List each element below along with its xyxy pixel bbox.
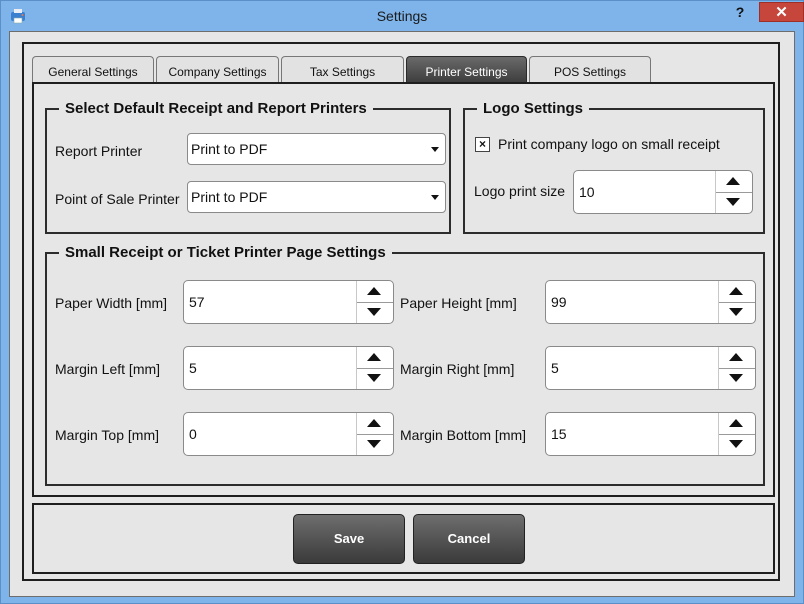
pos-printer-value: Print to PDF [191,189,268,205]
paper-height-label: Paper Height [mm] [400,295,517,311]
print-logo-label: Print company logo on small receipt [498,136,720,152]
spin-buttons [356,347,393,389]
margin-left-label: Margin Left [mm] [55,361,161,377]
spin-up-icon[interactable] [357,413,393,435]
tab-pos-settings[interactable]: POS Settings [529,56,651,82]
tab-general-settings[interactable]: General Settings [32,56,154,82]
margin-top-spinbox[interactable]: 0 [183,412,394,456]
spin-up-icon[interactable] [719,413,755,435]
logo-size-value: 10 [579,184,595,200]
report-printer-label: Report Printer [55,143,143,159]
client-area: General Settings Company Settings Tax Se… [9,31,795,597]
spin-buttons [718,281,755,323]
close-button[interactable]: ✕ [759,2,804,22]
margin-top-value: 0 [189,426,197,442]
spin-buttons [356,413,393,455]
paper-width-spinbox[interactable]: 57 [183,280,394,324]
logo-group-title: Logo Settings [483,100,583,117]
margin-top-label: Margin Top [mm] [55,427,159,443]
spin-up-icon[interactable] [357,281,393,303]
printers-group-title: Select Default Receipt and Report Printe… [65,100,367,117]
margin-bottom-spinbox[interactable]: 15 [545,412,756,456]
pos-printer-select[interactable]: Print to PDF [187,181,446,213]
chevron-down-icon [431,147,439,152]
tab-printer-settings[interactable]: Printer Settings [406,56,527,82]
help-button[interactable]: ? [723,2,757,22]
margin-bottom-value: 15 [551,426,567,442]
spin-up-icon[interactable] [716,171,752,193]
save-button[interactable]: Save [293,514,405,564]
tab-company-settings[interactable]: Company Settings [156,56,279,82]
title-bar[interactable]: Settings ? ✕ [1,1,804,31]
margin-right-label: Margin Right [mm] [400,361,515,377]
settings-window: Settings ? ✕ General Settings Company Se… [0,0,804,604]
spin-up-icon[interactable] [357,347,393,369]
spin-up-icon[interactable] [719,347,755,369]
spin-down-icon[interactable] [716,192,752,213]
logo-size-spinbox[interactable]: 10 [573,170,753,214]
spin-down-icon[interactable] [357,302,393,323]
paper-height-spinbox[interactable]: 99 [545,280,756,324]
report-printer-select[interactable]: Print to PDF [187,133,446,165]
page-settings-group-title: Small Receipt or Ticket Printer Page Set… [65,244,386,261]
spin-down-icon[interactable] [357,368,393,389]
window-title: Settings [376,8,428,24]
spin-up-icon[interactable] [719,281,755,303]
margin-right-spinbox[interactable]: 5 [545,346,756,390]
print-logo-checkbox[interactable]: × [475,137,490,152]
paper-width-label: Paper Width [mm] [55,295,168,311]
logo-size-label: Logo print size [474,183,566,199]
tab-tax-settings[interactable]: Tax Settings [281,56,404,82]
margin-left-value: 5 [189,360,197,376]
chevron-down-icon [431,195,439,200]
spin-buttons [718,347,755,389]
margin-left-spinbox[interactable]: 5 [183,346,394,390]
report-printer-value: Print to PDF [191,141,268,157]
spin-down-icon[interactable] [357,434,393,455]
spin-buttons [715,171,752,213]
printer-settings-panel: Select Default Receipt and Report Printe… [32,82,775,497]
page-settings-group: Small Receipt or Ticket Printer Page Set… [45,244,765,486]
pos-printer-label: Point of Sale Printer [55,191,180,207]
logo-group: Logo Settings × Print company logo on sm… [463,100,765,234]
printers-group: Select Default Receipt and Report Printe… [45,100,451,234]
spin-down-icon[interactable] [719,368,755,389]
paper-height-value: 99 [551,294,567,310]
spin-buttons [356,281,393,323]
spin-down-icon[interactable] [719,434,755,455]
margin-right-value: 5 [551,360,559,376]
spin-buttons [718,413,755,455]
paper-width-value: 57 [189,294,205,310]
spin-down-icon[interactable] [719,302,755,323]
margin-bottom-label: Margin Bottom [mm] [400,427,527,443]
cancel-button[interactable]: Cancel [413,514,525,564]
